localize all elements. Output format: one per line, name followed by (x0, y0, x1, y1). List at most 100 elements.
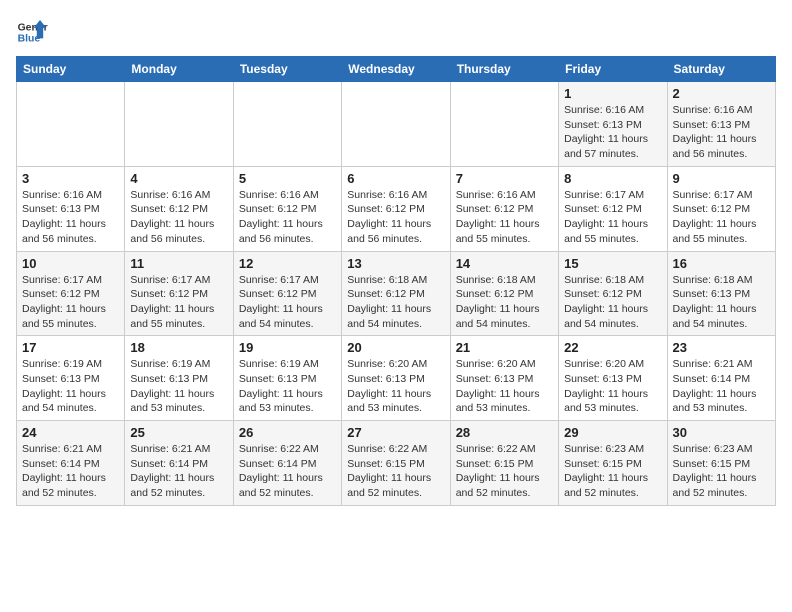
day-number: 14 (456, 256, 553, 271)
calendar-cell: 13 Sunrise: 6:18 AM Sunset: 6:12 PM Dayli… (342, 251, 450, 336)
day-info: Sunrise: 6:18 AM Sunset: 6:12 PM Dayligh… (347, 273, 444, 332)
day-number: 19 (239, 340, 336, 355)
day-info: Sunrise: 6:16 AM Sunset: 6:13 PM Dayligh… (564, 103, 661, 162)
calendar-week-5: 24 Sunrise: 6:21 AM Sunset: 6:14 PM Dayli… (17, 421, 776, 506)
day-info: Sunrise: 6:23 AM Sunset: 6:15 PM Dayligh… (564, 442, 661, 501)
day-info: Sunrise: 6:17 AM Sunset: 6:12 PM Dayligh… (239, 273, 336, 332)
weekday-header-wednesday: Wednesday (342, 57, 450, 82)
day-info: Sunrise: 6:17 AM Sunset: 6:12 PM Dayligh… (130, 273, 227, 332)
page-header: General Blue (16, 16, 776, 48)
calendar-cell: 28 Sunrise: 6:22 AM Sunset: 6:15 PM Dayli… (450, 421, 558, 506)
day-number: 6 (347, 171, 444, 186)
weekday-header-friday: Friday (559, 57, 667, 82)
weekday-header-saturday: Saturday (667, 57, 775, 82)
calendar-cell: 27 Sunrise: 6:22 AM Sunset: 6:15 PM Dayli… (342, 421, 450, 506)
calendar-cell: 30Sunrise: 6:23 AM Sunset: 6:15 PM Dayli… (667, 421, 775, 506)
day-info: Sunrise: 6:21 AM Sunset: 6:14 PM Dayligh… (130, 442, 227, 501)
calendar-cell (233, 82, 341, 167)
day-number: 24 (22, 425, 119, 440)
day-number: 16 (673, 256, 770, 271)
day-info: Sunrise: 6:18 AM Sunset: 6:12 PM Dayligh… (564, 273, 661, 332)
calendar-cell: 10 Sunrise: 6:17 AM Sunset: 6:12 PM Dayli… (17, 251, 125, 336)
calendar-cell: 19 Sunrise: 6:19 AM Sunset: 6:13 PM Dayli… (233, 336, 341, 421)
day-info: Sunrise: 6:19 AM Sunset: 6:13 PM Dayligh… (22, 357, 119, 416)
day-info: Sunrise: 6:16 AM Sunset: 6:12 PM Dayligh… (130, 188, 227, 247)
calendar-cell: 21Sunrise: 6:20 AM Sunset: 6:13 PM Dayli… (450, 336, 558, 421)
calendar-cell: 3 Sunrise: 6:16 AM Sunset: 6:13 PM Daylig… (17, 166, 125, 251)
day-info: Sunrise: 6:20 AM Sunset: 6:13 PM Dayligh… (564, 357, 661, 416)
calendar-cell: 15Sunrise: 6:18 AM Sunset: 6:12 PM Dayli… (559, 251, 667, 336)
calendar-cell: 4 Sunrise: 6:16 AM Sunset: 6:12 PM Daylig… (125, 166, 233, 251)
day-info: Sunrise: 6:17 AM Sunset: 6:12 PM Dayligh… (673, 188, 770, 247)
day-number: 27 (347, 425, 444, 440)
day-number: 17 (22, 340, 119, 355)
weekday-header-sunday: Sunday (17, 57, 125, 82)
day-info: Sunrise: 6:17 AM Sunset: 6:12 PM Dayligh… (22, 273, 119, 332)
day-number: 28 (456, 425, 553, 440)
logo-icon: General Blue (16, 16, 48, 48)
calendar-table: SundayMondayTuesdayWednesdayThursdayFrid… (16, 56, 776, 506)
calendar-week-2: 3 Sunrise: 6:16 AM Sunset: 6:13 PM Daylig… (17, 166, 776, 251)
day-number: 8 (564, 171, 661, 186)
calendar-week-4: 17 Sunrise: 6:19 AM Sunset: 6:13 PM Dayli… (17, 336, 776, 421)
day-info: Sunrise: 6:16 AM Sunset: 6:12 PM Dayligh… (239, 188, 336, 247)
day-info: Sunrise: 6:21 AM Sunset: 6:14 PM Dayligh… (22, 442, 119, 501)
day-info: Sunrise: 6:16 AM Sunset: 6:12 PM Dayligh… (347, 188, 444, 247)
day-number: 2 (673, 86, 770, 101)
day-info: Sunrise: 6:21 AM Sunset: 6:14 PM Dayligh… (673, 357, 770, 416)
calendar-cell: 18 Sunrise: 6:19 AM Sunset: 6:13 PM Dayli… (125, 336, 233, 421)
day-info: Sunrise: 6:19 AM Sunset: 6:13 PM Dayligh… (130, 357, 227, 416)
day-number: 12 (239, 256, 336, 271)
calendar-cell: 23Sunrise: 6:21 AM Sunset: 6:14 PM Dayli… (667, 336, 775, 421)
calendar-cell: 8Sunrise: 6:17 AM Sunset: 6:12 PM Daylig… (559, 166, 667, 251)
day-number: 7 (456, 171, 553, 186)
day-number: 10 (22, 256, 119, 271)
day-number: 4 (130, 171, 227, 186)
calendar-cell: 6 Sunrise: 6:16 AM Sunset: 6:12 PM Daylig… (342, 166, 450, 251)
day-number: 22 (564, 340, 661, 355)
weekday-header-monday: Monday (125, 57, 233, 82)
day-info: Sunrise: 6:18 AM Sunset: 6:13 PM Dayligh… (673, 273, 770, 332)
day-info: Sunrise: 6:22 AM Sunset: 6:15 PM Dayligh… (347, 442, 444, 501)
calendar-cell: 11Sunrise: 6:17 AM Sunset: 6:12 PM Dayli… (125, 251, 233, 336)
calendar-cell: 14 Sunrise: 6:18 AM Sunset: 6:12 PM Dayli… (450, 251, 558, 336)
calendar-cell (125, 82, 233, 167)
calendar-cell (17, 82, 125, 167)
calendar-cell: 22 Sunrise: 6:20 AM Sunset: 6:13 PM Dayli… (559, 336, 667, 421)
day-number: 18 (130, 340, 227, 355)
day-number: 30 (673, 425, 770, 440)
calendar-cell: 5 Sunrise: 6:16 AM Sunset: 6:12 PM Daylig… (233, 166, 341, 251)
day-number: 26 (239, 425, 336, 440)
calendar-cell: 24 Sunrise: 6:21 AM Sunset: 6:14 PM Dayli… (17, 421, 125, 506)
calendar-week-3: 10 Sunrise: 6:17 AM Sunset: 6:12 PM Dayli… (17, 251, 776, 336)
day-info: Sunrise: 6:16 AM Sunset: 6:13 PM Dayligh… (22, 188, 119, 247)
day-number: 25 (130, 425, 227, 440)
calendar-cell: 16 Sunrise: 6:18 AM Sunset: 6:13 PM Dayli… (667, 251, 775, 336)
calendar-cell: 9Sunrise: 6:17 AM Sunset: 6:12 PM Daylig… (667, 166, 775, 251)
calendar-cell: 25 Sunrise: 6:21 AM Sunset: 6:14 PM Dayli… (125, 421, 233, 506)
day-info: Sunrise: 6:19 AM Sunset: 6:13 PM Dayligh… (239, 357, 336, 416)
weekday-header-tuesday: Tuesday (233, 57, 341, 82)
day-number: 29 (564, 425, 661, 440)
calendar-cell: 12 Sunrise: 6:17 AM Sunset: 6:12 PM Dayli… (233, 251, 341, 336)
calendar-cell: 26 Sunrise: 6:22 AM Sunset: 6:14 PM Dayli… (233, 421, 341, 506)
day-info: Sunrise: 6:18 AM Sunset: 6:12 PM Dayligh… (456, 273, 553, 332)
day-number: 13 (347, 256, 444, 271)
day-number: 3 (22, 171, 119, 186)
calendar-cell (450, 82, 558, 167)
calendar-cell (342, 82, 450, 167)
calendar-cell: 7 Sunrise: 6:16 AM Sunset: 6:12 PM Daylig… (450, 166, 558, 251)
day-info: Sunrise: 6:22 AM Sunset: 6:14 PM Dayligh… (239, 442, 336, 501)
calendar-cell: 20Sunrise: 6:20 AM Sunset: 6:13 PM Dayli… (342, 336, 450, 421)
day-info: Sunrise: 6:22 AM Sunset: 6:15 PM Dayligh… (456, 442, 553, 501)
day-number: 1 (564, 86, 661, 101)
weekday-header-thursday: Thursday (450, 57, 558, 82)
day-number: 5 (239, 171, 336, 186)
day-number: 20 (347, 340, 444, 355)
calendar-cell: 2Sunrise: 6:16 AM Sunset: 6:13 PM Daylig… (667, 82, 775, 167)
day-info: Sunrise: 6:16 AM Sunset: 6:12 PM Dayligh… (456, 188, 553, 247)
calendar-week-1: 1 Sunrise: 6:16 AM Sunset: 6:13 PM Daylig… (17, 82, 776, 167)
calendar-cell: 17 Sunrise: 6:19 AM Sunset: 6:13 PM Dayli… (17, 336, 125, 421)
weekday-header-row: SundayMondayTuesdayWednesdayThursdayFrid… (17, 57, 776, 82)
day-info: Sunrise: 6:20 AM Sunset: 6:13 PM Dayligh… (456, 357, 553, 416)
